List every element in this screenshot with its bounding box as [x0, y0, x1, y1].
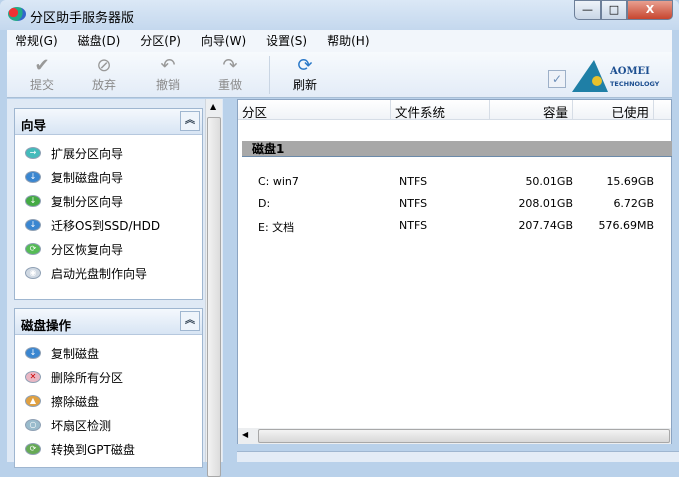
item-label: 扩展分区向导: [51, 146, 124, 161]
menu-wizard[interactable]: 向导(W): [201, 30, 246, 52]
scrollbar-thumb[interactable]: [258, 429, 670, 443]
partition-list: 分区 文件系统 容量 已使用 磁盘1 C: win7 NTFS 50.01GB 15.…: [237, 99, 672, 444]
item-label: 转换到GPT磁盘: [51, 442, 135, 457]
disk-header[interactable]: 磁盘1: [242, 141, 672, 157]
op-delete-all-partitions[interactable]: ✕ 删除所有分区: [15, 365, 202, 389]
op-bad-sector-check[interactable]: ○ 坏扇区检测: [15, 413, 202, 437]
refresh-button[interactable]: ⟳ 刷新: [280, 56, 330, 93]
disk-ops-panel: 磁盘操作 ︽ ↓ 复制磁盘 ✕ 删除所有分区 ▲ 擦除磁盘 ○ 坏扇区检测 ⟳ 转换到GPT…: [14, 308, 203, 468]
discard-label: 放弃: [91, 78, 116, 92]
close-button[interactable]: X: [627, 0, 673, 20]
refresh-icon: ⟳: [297, 55, 313, 76]
col-used[interactable]: 已使用: [573, 100, 654, 120]
menu-disk[interactable]: 磁盘(D): [78, 30, 121, 52]
horizontal-scrollbar[interactable]: ◀: [238, 428, 671, 444]
wizard-panel-title: 向导: [21, 118, 47, 133]
delete-icon: ✕: [25, 371, 41, 383]
refresh-label: 刷新: [292, 78, 317, 92]
title-bar: 分区助手服务器版 — □ X: [0, 0, 679, 30]
wizard-panel: 向导 ︽ → 扩展分区向导 ↓ 复制磁盘向导 ↓ 复制分区向导 ↓ 迁移OS到SSD/HD…: [14, 108, 203, 300]
item-label: 复制磁盘: [51, 346, 100, 361]
minimize-button[interactable]: —: [574, 0, 601, 20]
table-header: 分区 文件系统 容量 已使用: [238, 100, 671, 120]
redo-button[interactable]: ↷ 重做: [205, 56, 255, 93]
menu-bar: 常规(G) 磁盘(D) 分区(P) 向导(W) 设置(S) 帮助(H): [7, 30, 672, 52]
op-wipe-disk[interactable]: ▲ 擦除磁盘: [15, 389, 202, 413]
migrate-icon: ↓: [25, 219, 41, 231]
app-icon: [8, 7, 26, 21]
logo-sub: TECHNOLOGY: [610, 80, 660, 88]
sidebar: 向导 ︽ → 扩展分区向导 ↓ 复制磁盘向导 ↓ 复制分区向导 ↓ 迁移OS到SSD/HD…: [7, 99, 223, 477]
redo-icon: ↷: [222, 55, 238, 76]
col-partition[interactable]: 分区: [238, 100, 391, 120]
extend-icon: →: [25, 147, 41, 159]
sidebar-scrollbar[interactable]: ▲: [205, 99, 222, 477]
menu-partition[interactable]: 分区(P): [140, 30, 181, 52]
undo-label: 撤销: [155, 78, 180, 92]
item-label: 复制分区向导: [51, 194, 124, 209]
wizard-copy-partition[interactable]: ↓ 复制分区向导: [15, 189, 202, 213]
recovery-icon: ⟳: [25, 243, 41, 255]
checkmark-icon: ✔: [34, 55, 50, 76]
logo-brand: AOMEI: [610, 66, 650, 77]
scroll-left-icon[interactable]: ◀: [242, 430, 248, 439]
item-label: 复制磁盘向导: [51, 170, 124, 185]
redo-label: 重做: [217, 78, 242, 92]
wipe-icon: ▲: [25, 395, 41, 407]
item-label: 擦除磁盘: [51, 394, 100, 409]
disk-map-area: [237, 451, 679, 462]
discard-icon: ⊘: [96, 55, 112, 76]
collapse-button[interactable]: ︽: [180, 311, 200, 331]
undo-button[interactable]: ↶ 撤销: [143, 56, 193, 93]
table-row[interactable]: E: 文档 NTFS 207.74GB 576.69MB: [242, 219, 672, 235]
wizard-extend-partition[interactable]: → 扩展分区向导: [15, 141, 202, 165]
toolbar: ✔ 提交 ⊘ 放弃 ↶ 撤销 ↷ 重做 ⟳ 刷新 ✓ AOMEI TECHNOLOGY: [7, 52, 672, 98]
scroll-up-icon[interactable]: ▲: [210, 102, 216, 111]
copy-disk-icon: ↓: [25, 347, 41, 359]
collapse-button[interactable]: ︽: [180, 111, 200, 131]
commit-label: 提交: [29, 78, 54, 92]
item-label: 分区恢复向导: [51, 242, 124, 257]
checkbox-icon[interactable]: ✓: [548, 70, 566, 88]
aomei-logo: AOMEI TECHNOLOGY: [572, 60, 667, 94]
item-label: 迁移OS到SSD/HDD: [51, 218, 161, 233]
discard-button[interactable]: ⊘ 放弃: [79, 56, 129, 93]
wizard-copy-disk[interactable]: ↓ 复制磁盘向导: [15, 165, 202, 189]
disk-ops-title: 磁盘操作: [21, 318, 72, 333]
copy-partition-icon: ↓: [25, 195, 41, 207]
scrollbar-thumb[interactable]: [207, 117, 221, 477]
op-copy-disk[interactable]: ↓ 复制磁盘: [15, 341, 202, 365]
table-row[interactable]: C: win7 NTFS 50.01GB 15.69GB: [242, 175, 672, 188]
op-convert-gpt[interactable]: ⟳ 转换到GPT磁盘: [15, 437, 202, 461]
item-label: 坏扇区检测: [51, 418, 112, 433]
item-label: 删除所有分区: [51, 370, 124, 385]
toolbar-separator: [269, 56, 270, 94]
col-capacity[interactable]: 容量: [490, 100, 573, 120]
window-title: 分区助手服务器版: [30, 11, 135, 26]
undo-icon: ↶: [160, 55, 176, 76]
maximize-button[interactable]: □: [601, 0, 627, 20]
copy-disk-icon: ↓: [25, 171, 41, 183]
table-row[interactable]: D: NTFS 208.01GB 6.72GB: [242, 197, 672, 210]
wizard-bootable-media[interactable]: ◉ 启动光盘制作向导: [15, 261, 202, 285]
convert-icon: ⟳: [25, 443, 41, 455]
cd-icon: ◉: [25, 267, 41, 279]
item-label: 启动光盘制作向导: [51, 266, 148, 281]
commit-button[interactable]: ✔ 提交: [17, 56, 67, 93]
col-filesystem[interactable]: 文件系统: [391, 100, 490, 120]
scan-icon: ○: [25, 419, 41, 431]
menu-settings[interactable]: 设置(S): [266, 30, 307, 52]
wizard-migrate-os[interactable]: ↓ 迁移OS到SSD/HDD: [15, 213, 202, 237]
menu-help[interactable]: 帮助(H): [327, 30, 369, 52]
menu-general[interactable]: 常规(G): [15, 30, 58, 52]
wizard-partition-recovery[interactable]: ⟳ 分区恢复向导: [15, 237, 202, 261]
